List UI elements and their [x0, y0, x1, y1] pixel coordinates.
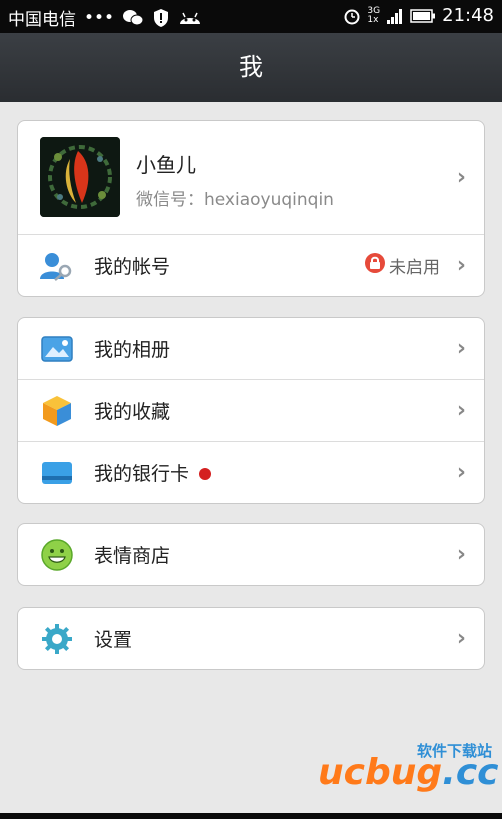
status-bar-right: 3G 1x 21:48 [343, 5, 494, 26]
network-type-label: 3G 1x [367, 6, 380, 25]
gear-icon [40, 622, 74, 656]
chevron-right-icon: › [456, 336, 466, 361]
more-notifications-dots: ••• [84, 7, 115, 28]
my-bank-card-text: 我的银行卡 [94, 463, 190, 485]
settings-card: 设置 › [17, 607, 485, 670]
new-badge-dot [199, 468, 212, 480]
wechat-id: 微信号：hexiaoyuqinqin [136, 190, 334, 210]
sticker-store-label: 表情商店 [94, 545, 171, 567]
status-bar-left: 中国电信 ••• [8, 5, 202, 30]
account-key-icon [40, 249, 74, 283]
signal-icon [386, 7, 404, 25]
avatar [40, 137, 120, 217]
watermark-logo-orange: ucbug [318, 752, 443, 793]
carrier-label: 中国电信 [8, 10, 76, 30]
status-bar: 中国电信 ••• 3G 1x 21:48 [0, 0, 502, 33]
settings-label: 设置 [94, 629, 133, 651]
sticker-store-card: 表情商店 › [17, 523, 485, 586]
shield-icon [152, 8, 170, 28]
my-favorites-label: 我的收藏 [94, 401, 171, 423]
photo-album-icon [40, 332, 74, 366]
chevron-right-icon: › [456, 626, 466, 651]
account-status-badge: 未启用 [365, 253, 440, 278]
my-album-label: 我的相册 [94, 339, 171, 361]
favorites-cube-icon [40, 394, 74, 428]
clock-label: 21:48 [442, 5, 494, 26]
site-watermark: 软件下载站 ucbug.cc [318, 738, 499, 802]
bank-card-icon [40, 456, 74, 490]
profile-name: 小鱼儿 [136, 153, 196, 177]
settings-row[interactable]: 设置 › [18, 608, 484, 669]
my-favorites-row[interactable]: 我的收藏 › [18, 379, 484, 441]
sticker-store-row[interactable]: 表情商店 › [18, 524, 484, 585]
chevron-right-icon: › [456, 253, 466, 278]
page-title: 我 [239, 53, 263, 81]
wechat-icon [122, 9, 144, 27]
chevron-right-icon: › [456, 165, 466, 190]
my-account-label: 我的帐号 [94, 256, 171, 278]
my-album-row[interactable]: 我的相册 › [18, 318, 484, 379]
chevron-right-icon: › [456, 398, 466, 423]
battery-icon [410, 8, 436, 23]
title-bar: 我 [0, 33, 502, 102]
personal-items-card: 我的相册 › 我的收藏 › 我的银行卡 › [17, 317, 485, 504]
my-bank-card-label: 我的银行卡 [94, 459, 212, 486]
bottom-edge [0, 813, 502, 819]
network-1x-label: 1x [367, 14, 379, 25]
chevron-right-icon: › [456, 460, 466, 485]
android-icon [178, 10, 202, 26]
lock-icon [365, 253, 385, 278]
my-account-row[interactable]: 我的帐号 未启用 › [18, 234, 484, 296]
account-status-text: 未启用 [389, 258, 440, 278]
profile-card: 小鱼儿 微信号：hexiaoyuqinqin › 我的帐号 未启用 › [17, 120, 485, 297]
watermark-logo-blue: .cc [442, 752, 499, 793]
profile-row[interactable]: 小鱼儿 微信号：hexiaoyuqinqin › [18, 121, 484, 234]
smiley-icon [40, 538, 74, 572]
my-bank-card-row[interactable]: 我的银行卡 › [18, 441, 484, 503]
chevron-right-icon: › [456, 542, 466, 567]
alarm-icon [343, 7, 361, 25]
watermark-logo: ucbug.cc [318, 752, 499, 793]
main-content: 小鱼儿 微信号：hexiaoyuqinqin › 我的帐号 未启用 › 我的相册 [0, 102, 502, 819]
